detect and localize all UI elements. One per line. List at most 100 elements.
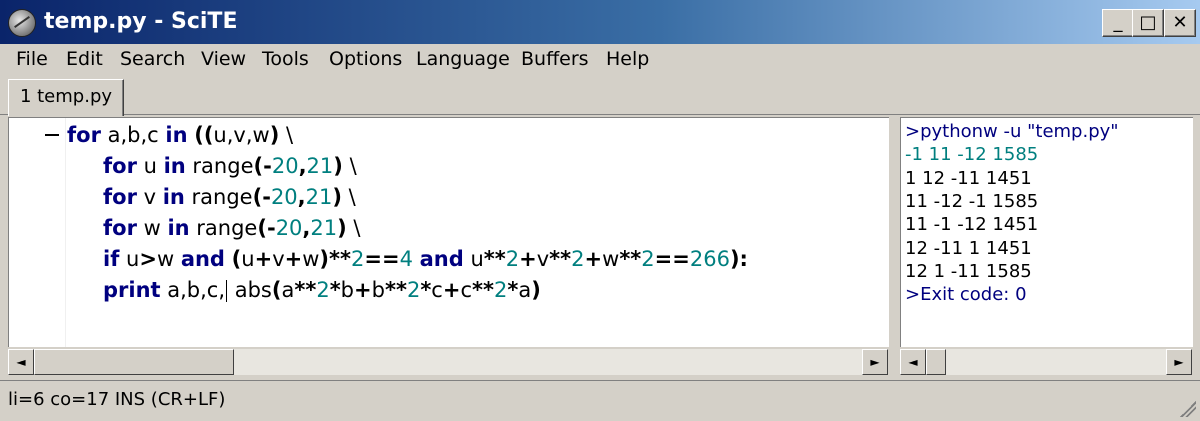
code-line[interactable]: for v in range(-20,21) \ (103, 182, 356, 213)
code-token: range (185, 154, 254, 178)
code-token: + (519, 247, 537, 271)
menu-language[interactable]: Language (414, 46, 512, 72)
code-line[interactable]: if u>w and (u+v+w)**2==4 and u**2+v**2+w… (103, 244, 748, 275)
code-line[interactable]: for a,b,c in ((u,v,w) \ (67, 120, 293, 151)
code-token: > (139, 247, 157, 271)
output-line: 1 12 -11 1451 (905, 167, 1032, 189)
output-scroll-right-arrow-icon[interactable]: ► (1166, 349, 1192, 375)
code-token: (( (194, 123, 214, 147)
code-token: a,b,c, (160, 278, 226, 302)
code-keyword: and (180, 247, 225, 271)
code-token: ) (269, 123, 280, 147)
output-line: 12 -11 1 1451 (905, 237, 1032, 259)
code-number: 21 (305, 185, 333, 209)
code-number: 2 (641, 247, 655, 271)
code-token: )** (319, 247, 351, 271)
code-token: u,v,w (213, 123, 270, 147)
scite-app-icon[interactable] (8, 9, 36, 37)
minimize-button[interactable]: _ (1102, 9, 1134, 37)
code-token: u (119, 247, 140, 271)
code-number: 21 (306, 154, 334, 178)
fold-margin[interactable] (9, 118, 66, 347)
code-line[interactable]: print a,b,c, abs(a**2*b+b**2*c+c**2*a) (103, 275, 541, 306)
code-token: * (507, 278, 519, 302)
menu-bar: File Edit Search View Tools Options Lang… (0, 44, 1200, 74)
menu-edit[interactable]: Edit (64, 46, 105, 72)
output-scroll-left-arrow-icon[interactable]: ◄ (900, 349, 926, 375)
output-line: 11 -12 -1 1585 (905, 190, 1039, 212)
code-token: c (460, 278, 472, 302)
output-line: 11 -1 -12 1451 (905, 214, 1039, 236)
menu-buffers[interactable]: Buffers (519, 46, 591, 72)
code-token: ) (333, 154, 343, 178)
code-token: ** (472, 278, 494, 302)
code-token: c (431, 278, 443, 302)
code-editor[interactable]: for a,b,c in ((u,v,w) \ for u in range(-2… (8, 117, 889, 347)
title-bar[interactable]: temp.py - SciTE _ □ ✕ (0, 0, 1200, 44)
output-line: >Exit code: 0 (905, 284, 1027, 306)
code-keyword: in (162, 185, 185, 209)
code-token: ** (384, 278, 407, 302)
code-token: * (329, 278, 341, 302)
code-number: 2 (505, 247, 520, 271)
code-token: (- (253, 154, 272, 178)
code-token: v (536, 247, 550, 271)
code-number: 2 (350, 247, 365, 271)
code-token: u (463, 247, 484, 271)
code-keyword: for (67, 123, 101, 147)
output-line: 12 1 -11 1585 (905, 260, 1032, 282)
status-text: li=6 co=17 INS (CR+LF) (8, 389, 226, 410)
code-token: u (136, 154, 164, 178)
tab-temp-py[interactable]: 1 temp.py (8, 79, 124, 116)
scroll-right-arrow-icon[interactable]: ► (862, 349, 888, 375)
code-token: u (241, 247, 255, 271)
code-token: w (156, 247, 181, 271)
scroll-left-arrow-icon[interactable]: ◄ (8, 349, 34, 375)
code-token: v (272, 247, 285, 271)
pane-splitter[interactable] (889, 117, 900, 375)
code-number: 20 (275, 216, 303, 240)
output-scroll-thumb[interactable] (926, 349, 946, 375)
output-horizontal-scrollbar[interactable]: ◄ ► (900, 349, 1192, 375)
code-token: w (136, 216, 168, 240)
buffer-tabs: 1 temp.py (0, 74, 1200, 116)
code-token: ** (294, 278, 317, 302)
code-token: + (354, 278, 372, 302)
code-line[interactable]: for u in range(-20,21) \ (103, 151, 357, 182)
code-token: range (189, 216, 258, 240)
menu-search[interactable]: Search (118, 46, 187, 72)
resize-grip-icon[interactable] (1180, 401, 1196, 417)
code-token: (- (257, 216, 276, 240)
code-number: 2 (571, 247, 585, 271)
menu-options[interactable]: Options (327, 46, 404, 72)
code-token: ( (231, 247, 242, 271)
code-number: 2 (316, 278, 330, 302)
output-pane[interactable]: >pythonw -u "temp.py" -1 11 -12 1585 1 12 … (900, 117, 1193, 347)
menu-file[interactable]: File (14, 46, 50, 72)
code-token: + (254, 247, 273, 271)
code-token: + (442, 278, 461, 302)
close-button[interactable]: ✕ (1164, 9, 1196, 37)
code-token: , (298, 154, 307, 178)
code-token: ) (531, 278, 541, 302)
editor-scroll-thumb[interactable] (34, 349, 234, 375)
code-token: == (654, 247, 690, 271)
code-line[interactable]: for w in range(-20,21) \ (103, 213, 361, 244)
menu-tools[interactable]: Tools (260, 46, 311, 72)
code-token: ) (337, 216, 347, 240)
code-keyword: in (167, 216, 190, 240)
code-keyword: for (103, 216, 137, 240)
output-line: >pythonw -u "temp.py" (905, 121, 1119, 142)
menu-view[interactable]: View (199, 46, 248, 72)
fold-collapse-icon[interactable] (45, 134, 59, 136)
code-token: range (184, 185, 253, 209)
menu-help[interactable]: Help (604, 46, 651, 72)
code-token: ) (332, 185, 342, 209)
code-token: ): (729, 247, 748, 271)
maximize-button[interactable]: □ (1132, 9, 1164, 37)
code-token: (- (252, 185, 271, 209)
code-keyword: if (103, 247, 120, 271)
code-number: 20 (270, 185, 298, 209)
editor-horizontal-scrollbar[interactable]: ◄ ► (8, 349, 888, 375)
